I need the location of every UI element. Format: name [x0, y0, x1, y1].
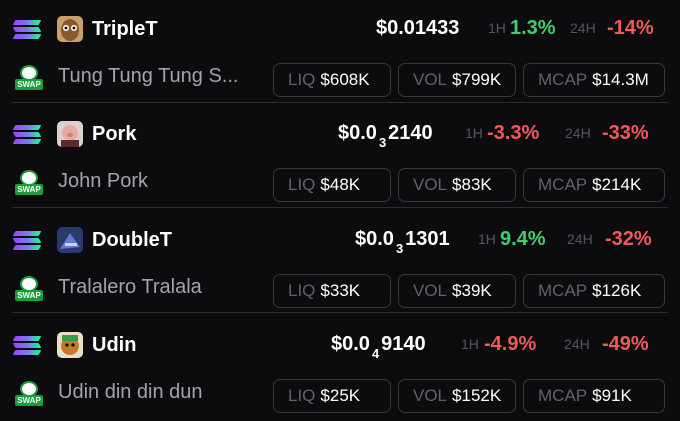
- vol-label: VOL: [413, 386, 448, 405]
- solana-icon: [12, 20, 42, 40]
- token-row-doublet[interactable]: DoubleT SWAP Tralalero Tralala $0.0 3 1301…: [0, 224, 680, 316]
- token-price: $0.01433: [376, 13, 459, 43]
- mcap-pill: MCAP $14.3M: [523, 63, 665, 97]
- liq-label: LIQ: [288, 70, 316, 89]
- change-1h: 1.3%: [510, 17, 556, 39]
- mcap-pill: MCAP $126K: [523, 274, 665, 308]
- liq-value: $25K: [320, 386, 361, 405]
- liquidity-pill: LIQ $33K: [273, 274, 391, 308]
- change-24h: -14%: [607, 17, 654, 39]
- mcap-label: MCAP: [538, 70, 588, 89]
- price-prefix: $0.0: [355, 228, 394, 250]
- mcap-value: $126K: [592, 281, 642, 300]
- price-prefix: $0.01433: [376, 17, 460, 39]
- change-24h: -49%: [602, 333, 649, 355]
- liq-label: LIQ: [288, 175, 316, 194]
- token-symbol: DoubleT: [92, 229, 172, 251]
- change-24h: -32%: [605, 228, 652, 250]
- change-1h-label: 1H: [478, 231, 496, 247]
- mcap-pill: MCAP $214K: [523, 168, 665, 202]
- token-avatar-doublet: [57, 227, 83, 253]
- swap-icon[interactable]: SWAP: [15, 170, 43, 196]
- solana-icon: [12, 231, 42, 251]
- mcap-label: MCAP: [538, 281, 588, 300]
- price-digits: 9140: [381, 333, 426, 355]
- liquidity-pill: LIQ $25K: [273, 379, 391, 413]
- token-row-triplet[interactable]: TripleT SWAP Tung Tung Tung S... $0.0143…: [0, 13, 680, 105]
- change-24h: -33%: [602, 122, 649, 144]
- token-name: John Pork: [58, 170, 149, 192]
- change-1h-label: 1H: [465, 125, 483, 141]
- liq-value: $33K: [320, 281, 361, 300]
- price-digits: 2140: [388, 122, 433, 144]
- price-prefix: $0.0: [338, 122, 377, 144]
- price-zero-count: 4: [371, 346, 380, 361]
- change-24h-label: 24H: [564, 336, 590, 352]
- token-name: Tung Tung Tung S...: [58, 65, 239, 87]
- token-name: Tralalero Tralala: [58, 276, 202, 298]
- swap-label: SWAP: [15, 184, 43, 195]
- vol-value: $799K: [452, 70, 502, 89]
- volume-pill: VOL $83K: [398, 168, 516, 202]
- liq-label: LIQ: [288, 386, 316, 405]
- row-divider: [12, 102, 668, 103]
- volume-pill: VOL $152K: [398, 379, 516, 413]
- solana-icon: [12, 336, 42, 356]
- liquidity-pill: LIQ $48K: [273, 168, 391, 202]
- swap-label: SWAP: [15, 290, 43, 301]
- token-symbol: Pork: [92, 123, 137, 145]
- vol-label: VOL: [413, 175, 448, 194]
- token-avatar-udin: [57, 332, 83, 358]
- liq-label: LIQ: [288, 281, 316, 300]
- vol-value: $39K: [452, 281, 492, 300]
- liq-value: $608K: [320, 70, 370, 89]
- token-avatar-triplet: [57, 16, 83, 42]
- swap-label: SWAP: [15, 395, 43, 406]
- mcap-label: MCAP: [538, 386, 588, 405]
- swap-label: SWAP: [15, 79, 43, 90]
- mcap-label: MCAP: [538, 175, 588, 194]
- token-price: $0.0 4 9140: [331, 329, 426, 361]
- token-row-udin[interactable]: Udin SWAP Udin din din dun $0.0 4 9140 1H …: [0, 329, 680, 421]
- vol-label: VOL: [413, 281, 448, 300]
- token-symbol: TripleT: [92, 18, 158, 40]
- token-symbol: Udin: [92, 334, 137, 356]
- swap-icon[interactable]: SWAP: [15, 65, 43, 91]
- token-name: Udin din din dun: [58, 381, 203, 403]
- change-1h-label: 1H: [461, 336, 479, 352]
- change-1h: 9.4%: [500, 228, 546, 250]
- change-24h-label: 24H: [567, 231, 593, 247]
- swap-icon[interactable]: SWAP: [15, 276, 43, 302]
- liquidity-pill: LIQ $608K: [273, 63, 391, 97]
- change-1h: -3.3%: [487, 122, 540, 144]
- mcap-value: $91K: [592, 386, 632, 405]
- liq-value: $48K: [320, 175, 361, 194]
- price-prefix: $0.0: [331, 333, 370, 355]
- token-avatar-pork: [57, 121, 83, 147]
- token-price: $0.0 3 1301: [355, 224, 450, 256]
- vol-value: $83K: [452, 175, 492, 194]
- row-divider: [12, 207, 668, 208]
- price-digits: 1301: [405, 228, 450, 250]
- mcap-value: $14.3M: [592, 70, 649, 89]
- vol-value: $152K: [452, 386, 502, 405]
- change-1h-label: 1H: [488, 20, 506, 36]
- change-1h: -4.9%: [484, 333, 537, 355]
- volume-pill: VOL $799K: [398, 63, 516, 97]
- token-row-pork[interactable]: Pork SWAP John Pork $0.0 3 2140 1H -3.3% 2…: [0, 118, 680, 210]
- change-24h-label: 24H: [565, 125, 591, 141]
- solana-icon: [12, 125, 42, 145]
- swap-icon[interactable]: SWAP: [15, 381, 43, 407]
- change-24h-label: 24H: [570, 20, 596, 36]
- price-zero-count: 3: [378, 135, 387, 150]
- row-divider: [12, 312, 668, 313]
- mcap-value: $214K: [592, 175, 642, 194]
- mcap-pill: MCAP $91K: [523, 379, 665, 413]
- token-price: $0.0 3 2140: [338, 118, 433, 150]
- vol-label: VOL: [413, 70, 448, 89]
- price-zero-count: 3: [395, 241, 404, 256]
- volume-pill: VOL $39K: [398, 274, 516, 308]
